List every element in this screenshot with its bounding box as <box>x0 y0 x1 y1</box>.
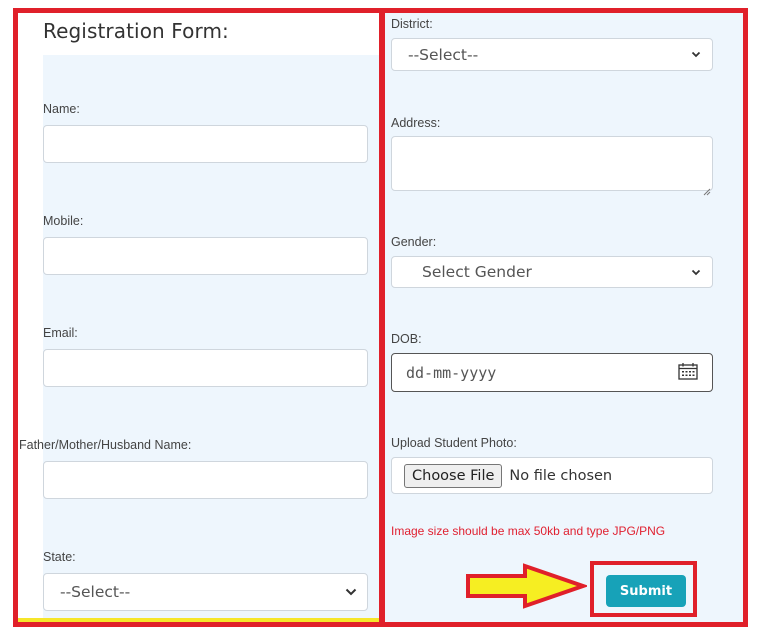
photo-size-hint: Image size should be max 50kb and type J… <box>391 524 666 538</box>
yellow-arrow-annotation <box>466 563 587 609</box>
address-textarea[interactable] <box>391 136 713 191</box>
submit-button[interactable]: Submit <box>606 575 686 607</box>
state-selected-value: --Select-- <box>60 583 131 601</box>
email-label: Email: <box>43 326 78 340</box>
mobile-input[interactable] <box>43 237 368 275</box>
form-title: Registration Form: <box>43 19 229 43</box>
yellow-underline <box>18 618 379 622</box>
gender-select[interactable]: Select Gender <box>391 256 713 288</box>
address-label: Address: <box>391 116 441 130</box>
photo-upload-label: Upload Student Photo: <box>391 436 517 450</box>
dob-label: DOB: <box>391 332 422 346</box>
dob-placeholder: dd-mm-yyyy <box>406 363 497 382</box>
resize-grip-icon[interactable] <box>703 181 711 196</box>
state-label: State: <box>43 550 76 564</box>
gender-label: Gender: <box>391 235 437 249</box>
district-label: District: <box>391 17 433 31</box>
mobile-label: Mobile: <box>43 214 84 228</box>
choose-file-button[interactable]: Choose File <box>404 463 503 488</box>
photo-file-input[interactable]: Choose File No file chosen <box>391 457 713 494</box>
chevron-down-icon <box>690 49 702 61</box>
district-selected-value: --Select-- <box>408 45 479 64</box>
left-form-column: Registration Form: Name: Mobile: Email: … <box>13 8 384 627</box>
guardian-name-input[interactable] <box>43 461 368 499</box>
gender-selected-value: Select Gender <box>422 263 532 281</box>
guardian-name-label: Father/Mother/Husband Name: <box>19 438 192 452</box>
name-label: Name: <box>43 102 80 116</box>
chevron-down-icon <box>690 266 702 278</box>
address-field-wrapper <box>391 136 713 196</box>
email-input[interactable] <box>43 349 368 387</box>
chevron-down-icon <box>345 586 357 598</box>
right-form-column: District: --Select-- Address: Gender: Se… <box>380 8 748 627</box>
district-select[interactable]: --Select-- <box>391 38 713 71</box>
calendar-icon[interactable] <box>678 362 698 384</box>
dob-input[interactable]: dd-mm-yyyy <box>391 353 713 392</box>
name-input[interactable] <box>43 125 368 163</box>
file-status: No file chosen <box>509 467 613 484</box>
state-select[interactable]: --Select-- <box>43 573 368 611</box>
